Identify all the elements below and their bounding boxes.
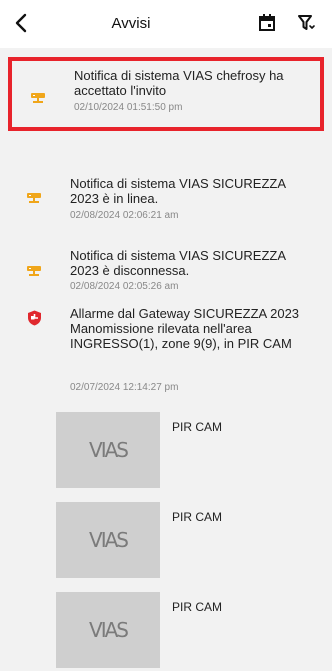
notification-text: Notifica di sistema VIAS chefrosy ha acc… xyxy=(74,68,284,98)
notification-time: 02/10/2024 01:51:50 pm xyxy=(74,102,183,113)
page-title: Avvisi xyxy=(111,15,151,32)
image-thumbnail[interactable]: VIAS xyxy=(56,412,160,488)
notification-time: 02/08/2024 02:05:26 am xyxy=(70,281,179,292)
notification-text: Notifica di sistema VIAS SICUREZZA 2023 … xyxy=(70,176,286,206)
vias-logo: VIAS xyxy=(89,618,129,642)
notification-text: Allarme dal Gateway SICUREZZA 2023 Manom… xyxy=(70,306,300,351)
notification-item[interactable]: Notifica di sistema VIAS SICUREZZA 2023 … xyxy=(8,244,324,306)
notification-text: Notifica di sistema VIAS SICUREZZA 2023 … xyxy=(70,248,286,278)
notification-item[interactable]: Notifica di sistema VIAS SICUREZZA 2023 … xyxy=(8,172,324,234)
calendar-icon xyxy=(259,13,275,31)
image-label: PIR CAM xyxy=(172,510,223,524)
router-icon xyxy=(26,262,42,278)
notification-time: 02/07/2024 12:14:27 pm xyxy=(70,382,179,393)
image-thumbnail[interactable]: VIAS xyxy=(56,592,160,668)
vias-logo: VIAS xyxy=(89,528,129,552)
filter-button[interactable] xyxy=(296,11,318,33)
filter-icon xyxy=(298,14,315,30)
router-icon xyxy=(26,189,42,205)
pir-image-item[interactable]: VIAS PIR CAM xyxy=(56,502,316,578)
notification-time: 02/08/2024 02:06:21 am xyxy=(70,210,179,221)
shield-alarm-icon xyxy=(26,310,42,326)
image-label: PIR CAM xyxy=(172,420,223,434)
notification-item[interactable]: Allarme dal Gateway SICUREZZA 2023 Manom… xyxy=(8,302,324,400)
notification-item[interactable]: Notifica di sistema VIAS chefrosy ha acc… xyxy=(8,57,324,131)
image-thumbnail[interactable]: VIAS xyxy=(56,502,160,578)
app-header: Avvisi xyxy=(0,0,332,48)
router-icon xyxy=(30,89,46,105)
vias-logo: VIAS xyxy=(89,438,129,462)
pir-image-item[interactable]: VIAS PIR CAM xyxy=(56,412,316,488)
pir-image-item[interactable]: VIAS PIR CAM xyxy=(56,592,316,668)
image-label: PIR CAM xyxy=(172,600,223,614)
calendar-button[interactable] xyxy=(256,11,278,33)
